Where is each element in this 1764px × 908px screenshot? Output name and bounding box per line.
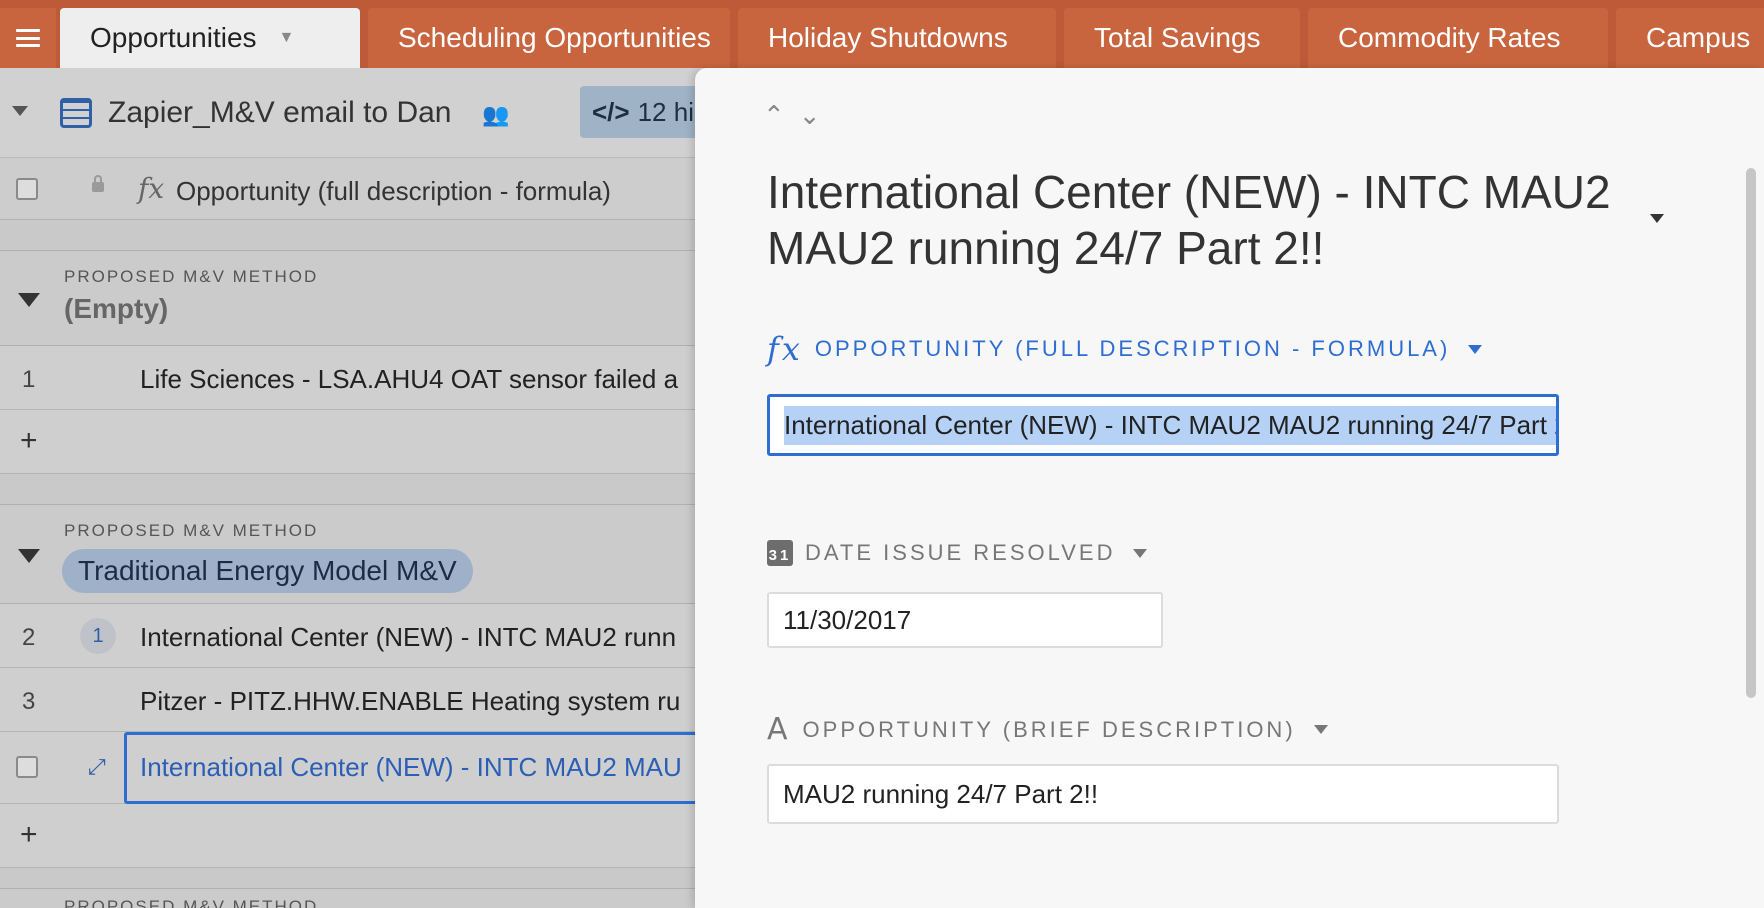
tab-label: Campus [1646,22,1751,53]
field-value: MAU2 running 24/7 Part 2!! [783,778,1099,809]
view-name[interactable]: Zapier_M&V email to Dan [108,96,451,130]
group-spacer [0,220,700,250]
row-primary-cell[interactable]: Pitzer - PITZ.HHW.ENABLE Heating system … [140,686,680,717]
brief-description-field[interactable]: MAU2 running 24/7 Part 2!! [767,764,1559,824]
group-field-name: PROPOSED M&V METHOD [64,521,319,540]
chevron-up-icon[interactable]: ⌃ [763,100,799,130]
group-value-pill: Traditional Energy Model M&V [62,549,473,593]
grid-header-row: fx Opportunity (full description - formu… [0,158,700,220]
row-primary-cell[interactable]: International Center (NEW) - INTC MAU2 r… [140,622,676,653]
row-number: 3 [22,688,36,715]
date-issue-resolved-field[interactable]: 11/30/2017 [767,592,1163,648]
view-bar: Zapier_M&V email to Dan 👥 </> 12 hi [0,68,700,158]
tab-label: Total Savings [1094,22,1261,53]
field-name: OPPORTUNITY (BRIEF DESCRIPTION) [802,716,1296,742]
selected-text: International Center (NEW) - INTC MAU2 M… [784,405,1556,445]
chevron-down-icon[interactable] [1313,725,1328,734]
table-row[interactable]: 2 1 International Center (NEW) - INTC MA… [0,604,700,668]
hidden-fields-button[interactable]: </> 12 hi [580,86,700,138]
row-primary-cell[interactable]: International Center (NEW) - INTC MAU2 M… [140,752,682,783]
plus-icon: + [20,818,38,851]
group-header: PROPOSED M&V METHOD [0,888,700,908]
comment-count-badge[interactable]: 1 [80,618,116,654]
add-row-button[interactable]: + [0,410,700,474]
field-label-full-description: fx OPPORTUNITY (FULL DESCRIPTION - FORMU… [767,330,1483,368]
record-navigation: ⌃⌄ [763,100,835,131]
field-name: OPPORTUNITY (FULL DESCRIPTION - FORMULA) [814,336,1451,361]
tab-holiday-shutdowns[interactable]: Holiday Shutdowns [738,8,1056,68]
grid-view-icon [60,98,92,128]
add-row-button[interactable]: + [0,804,700,868]
tab-campus[interactable]: Campus [1616,8,1764,68]
table-tab-bar: Opportunities ▼ Scheduling Opportunities… [0,0,1764,68]
table-row-selected[interactable]: ⤢ International Center (NEW) - INTC MAU2… [0,732,700,804]
tab-label: Opportunities [90,22,257,53]
group-field-name: PROPOSED M&V METHOD [64,267,319,286]
record-title: International Center (NEW) - INTC MAU2 M… [767,166,1611,274]
field-label-brief-description: A OPPORTUNITY (BRIEF DESCRIPTION) [767,712,1328,747]
tab-label: Commodity Rates [1338,22,1561,53]
full-description-field[interactable]: International Center (NEW) - INTC MAU2 M… [767,394,1559,456]
select-all-checkbox[interactable] [16,178,38,200]
formula-icon: fx [767,330,803,368]
row-checkbox[interactable] [16,756,38,778]
row-number: 2 [22,624,36,651]
record-menu-icon[interactable] [1650,214,1664,223]
group-field-name: PROPOSED M&V METHOD [64,897,319,908]
expanded-record-panel: ⌃⌄ International Center (NEW) - INTC MAU… [695,68,1764,908]
scrollbar[interactable] [1746,168,1756,698]
group-value: (Empty) [64,293,169,324]
tab-label: Scheduling Opportunities [398,22,711,53]
grid-view: Zapier_M&V email to Dan 👥 </> 12 hi fx O… [0,68,700,908]
field-value: 11/30/2017 [783,604,912,635]
tab-total-savings[interactable]: Total Savings [1064,8,1300,68]
calendar-icon: 31 [767,540,793,566]
group-header: PROPOSED M&V METHOD (Empty) [0,250,700,346]
group-spacer [0,868,700,888]
tab-commodity-rates[interactable]: Commodity Rates [1308,8,1608,68]
tab-label: Holiday Shutdowns [768,22,1008,53]
chevron-down-icon[interactable] [1133,548,1148,558]
row-primary-cell[interactable]: Life Sciences - LSA.AHU4 OAT sensor fail… [140,364,678,395]
chevron-down-icon[interactable]: ▼ [279,29,295,47]
code-icon: </> [592,96,630,127]
collapse-group-icon[interactable] [18,293,40,307]
field-name: DATE ISSUE RESOLVED [805,540,1116,565]
field-label-date-issue-resolved: 31 DATE ISSUE RESOLVED [767,540,1148,566]
collapse-group-icon[interactable] [18,549,40,563]
table-row[interactable]: 3 Pitzer - PITZ.HHW.ENABLE Heating syste… [0,668,700,732]
tab-scheduling-opportunities[interactable]: Scheduling Opportunities [368,8,730,68]
row-number: 1 [22,366,36,393]
menu-icon [16,29,40,47]
primary-field-header[interactable]: Opportunity (full description - formula) [176,176,611,207]
hidden-fields-label: 12 hi [637,96,694,127]
group-spacer [0,474,700,504]
tab-opportunities[interactable]: Opportunities ▼ [60,8,360,68]
text-field-icon: A [767,712,791,747]
table-row[interactable]: 1 Life Sciences - LSA.AHU4 OAT sensor fa… [0,346,700,410]
collapse-sidebar-icon[interactable] [12,106,28,116]
plus-icon: + [20,424,38,457]
lock-icon [92,175,104,192]
collaborative-view-icon: 👥 [482,102,510,127]
formula-icon: fx [138,172,165,205]
hamburger-menu-button[interactable] [0,8,56,68]
chevron-down-icon[interactable]: ⌄ [799,100,835,130]
chevron-down-icon[interactable] [1468,344,1483,354]
expand-record-icon[interactable]: ⤢ [88,754,106,780]
group-header: PROPOSED M&V METHOD Traditional Energy M… [0,504,700,604]
